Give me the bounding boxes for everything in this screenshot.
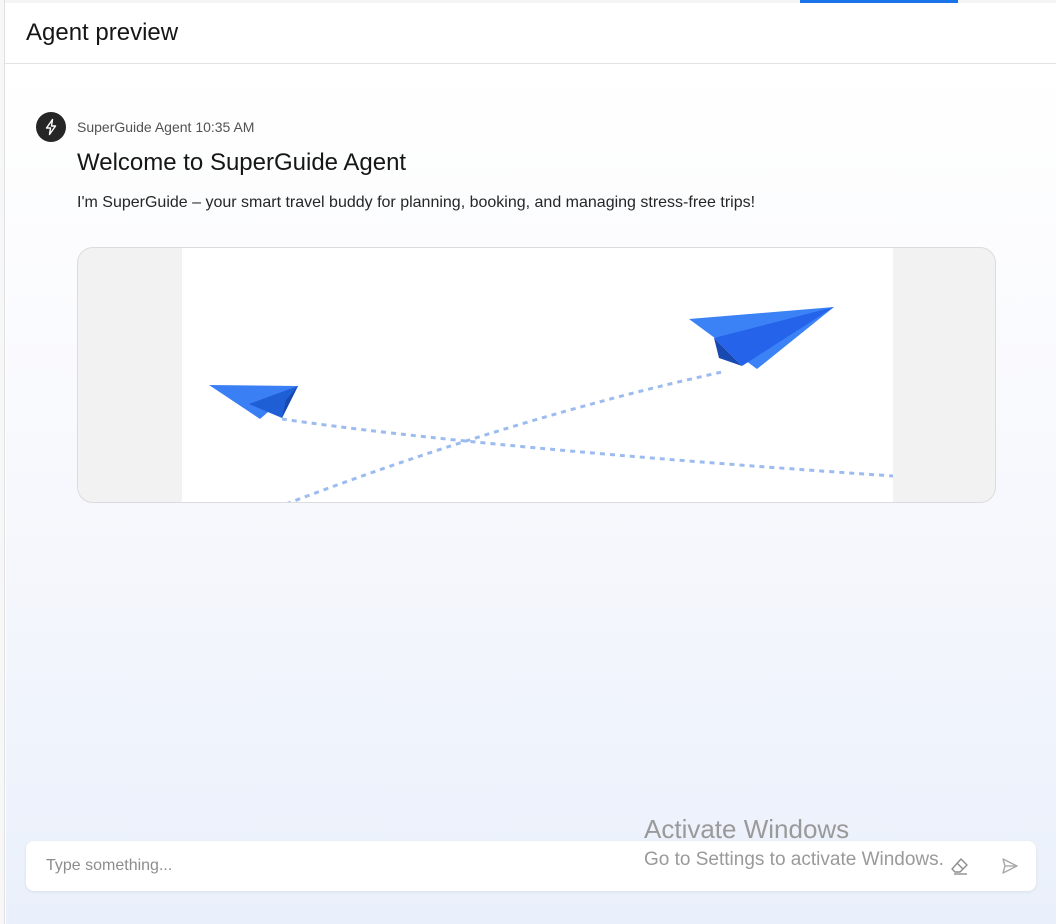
chat-area: SuperGuide Agent 10:35 AM Welcome to Sup… xyxy=(6,64,1056,924)
small-paper-plane-icon xyxy=(209,385,298,419)
send-icon xyxy=(1002,858,1018,874)
paper-planes-icon xyxy=(209,307,894,502)
message-time: 10:35 AM xyxy=(195,119,255,135)
message-meta: SuperGuide Agent 10:35 AM xyxy=(36,112,254,142)
lightning-bolt-icon xyxy=(45,118,57,136)
agent-avatar xyxy=(36,112,66,142)
message-image-card xyxy=(77,247,996,503)
eraser-icon xyxy=(951,858,968,875)
message-input[interactable] xyxy=(26,841,926,891)
message-title: Welcome to SuperGuide Agent xyxy=(77,149,407,176)
send-button[interactable] xyxy=(998,854,1022,878)
message-input-bar xyxy=(26,841,1036,891)
paper-planes-illustration xyxy=(182,248,894,502)
agent-preview-window: Agent preview SuperGuide Agent 10:35 AM … xyxy=(0,0,1056,924)
clear-button[interactable] xyxy=(948,854,972,878)
page-title: Agent preview xyxy=(26,19,179,46)
left-panel-edge xyxy=(0,0,5,924)
large-paper-plane-icon xyxy=(689,307,834,369)
message-sender: SuperGuide Agent xyxy=(77,119,192,135)
preview-header: Agent preview xyxy=(5,3,1056,64)
message-body: I'm SuperGuide – your smart travel buddy… xyxy=(77,194,756,211)
message-sender-time: SuperGuide Agent 10:35 AM xyxy=(77,119,254,135)
